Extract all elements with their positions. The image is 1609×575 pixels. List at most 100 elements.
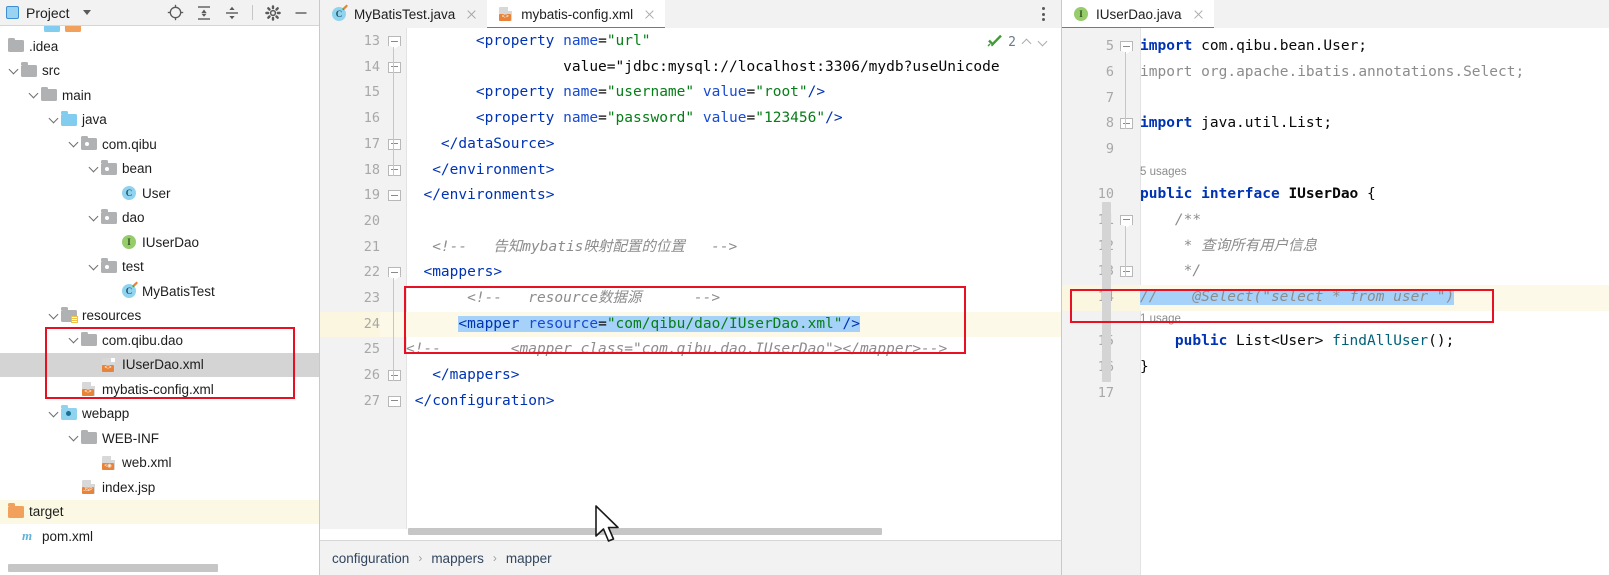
project-horizontal-scrollbar[interactable] (8, 564, 218, 572)
right-code-area[interactable]: 567891011121314151617 import com.qibu.be… (1062, 28, 1609, 575)
code-line[interactable]: <!-- 告知mybatis映射配置的位置 --> (406, 235, 737, 261)
right-code-text[interactable]: import com.qibu.bean.User; import org.apa… (1140, 28, 1609, 575)
tree-expander-down-icon[interactable] (8, 65, 19, 76)
code-line[interactable]: // @Select("select * from user ") (1140, 285, 1455, 311)
tree-expander-none-icon[interactable] (68, 384, 79, 395)
tree-row[interactable]: C User (0, 181, 319, 206)
center-code-text[interactable]: <property name="url" value="jdbc:mysql:/… (406, 28, 1062, 529)
breadcrumb-item[interactable]: mappers (431, 551, 484, 566)
close-icon[interactable] (1192, 8, 1205, 21)
breadcrumb-item[interactable]: configuration (332, 551, 409, 566)
center-horizontal-scrollbar[interactable] (408, 528, 1048, 535)
code-fold-marker[interactable] (388, 395, 401, 407)
code-line[interactable]: </environments> (406, 183, 554, 209)
code-line[interactable]: * 查询所有用户信息 (1140, 234, 1317, 260)
code-line[interactable]: } (1140, 355, 1149, 381)
tree-expander-down-icon[interactable] (88, 163, 99, 174)
expand-all-icon[interactable] (196, 5, 212, 21)
center-fold-column[interactable] (380, 28, 407, 529)
editor-tab[interactable]: <> mybatis-config.xml (487, 0, 666, 29)
center-line-gutter[interactable]: 13 14 15 16 17 18 19 20 21 22 23 24 25 26 27 (320, 28, 380, 529)
project-tree[interactable]: .idea src main java com.qibu bean C User dao I IUs… (0, 26, 319, 575)
tree-row[interactable]: <> IUserDao.xml (0, 352, 319, 377)
tree-expander-down-icon[interactable] (48, 408, 59, 419)
tree-row[interactable]: target (0, 499, 319, 524)
tree-row[interactable]: <◉ web.xml (0, 451, 319, 476)
code-fold-marker[interactable] (388, 190, 401, 202)
tree-expander-down-icon[interactable] (68, 139, 79, 150)
code-fold-marker[interactable] (1120, 41, 1133, 52)
code-fold-marker[interactable] (1120, 214, 1133, 226)
tree-expander-down-icon[interactable] (28, 90, 39, 101)
tree-row[interactable]: test (0, 255, 319, 280)
chevron-up-icon[interactable] (1021, 37, 1032, 48)
breadcrumb-item[interactable]: mapper (506, 551, 552, 566)
code-line[interactable]: </environment> (406, 158, 554, 184)
code-line[interactable]: </mappers> (406, 363, 519, 389)
tree-expander-down-icon[interactable] (68, 335, 79, 346)
tree-row[interactable]: main (0, 83, 319, 108)
tree-expander-down-icon[interactable] (88, 212, 99, 223)
code-line[interactable]: </configuration> (406, 389, 555, 415)
tree-row[interactable]: I IUserDao (0, 230, 319, 255)
editor-tab[interactable]: I IUserDao.java (1062, 0, 1214, 29)
tree-expander-none-icon[interactable] (88, 359, 99, 370)
code-line[interactable]: */ (1140, 259, 1201, 285)
tree-expander-down-icon[interactable] (48, 114, 59, 125)
code-line[interactable]: public interface IUserDao { (1140, 182, 1376, 208)
tree-expander-none-icon[interactable] (88, 457, 99, 468)
usages-hint[interactable]: 1 usage (1140, 313, 1181, 325)
tree-row[interactable]: com.qibu.dao (0, 328, 319, 353)
tree-expander-none-icon[interactable] (108, 237, 119, 248)
chevron-down-icon[interactable] (1037, 37, 1048, 48)
code-line[interactable]: <!-- <mapper class="com.qibu.dao.IUserDa… (406, 337, 947, 363)
code-line[interactable]: <property name="url" (406, 29, 651, 55)
code-fold-marker[interactable] (388, 36, 401, 47)
tree-row[interactable]: dao (0, 206, 319, 231)
editor-tab[interactable]: C MyBatisTest.java (320, 0, 488, 28)
code-line[interactable]: <mappers> (406, 260, 502, 286)
tree-row[interactable]: src (0, 59, 319, 84)
close-icon[interactable] (465, 8, 478, 21)
code-line[interactable]: </dataSource> (406, 132, 555, 158)
tree-row-clipped[interactable] (0, 26, 319, 34)
minimize-icon[interactable] (293, 5, 309, 21)
locate-icon[interactable] (167, 4, 184, 21)
code-line[interactable]: import com.qibu.bean.User; (1140, 34, 1367, 60)
chevron-down-icon[interactable] (82, 10, 91, 15)
breadcrumb[interactable]: configuration › mappers › mapper (320, 540, 1062, 575)
tree-row[interactable]: JSP index.jsp (0, 475, 319, 500)
tree-row[interactable]: com.qibu (0, 132, 319, 157)
gear-icon[interactable] (265, 4, 281, 21)
tree-row[interactable]: m pom.xml (0, 524, 319, 549)
tree-expander-none-icon[interactable] (108, 188, 119, 199)
usages-hint[interactable]: 5 usages (1140, 166, 1187, 178)
tree-expander-none-icon[interactable] (8, 531, 19, 542)
code-fold-marker[interactable] (388, 267, 401, 278)
tree-expander-none-icon[interactable] (68, 482, 79, 493)
tree-row[interactable]: java (0, 108, 319, 133)
tree-expander-down-icon[interactable] (88, 261, 99, 272)
tree-row[interactable]: C MyBatisTest (0, 279, 319, 304)
code-line[interactable]: /** (1140, 208, 1201, 234)
inspection-widget[interactable]: 2 (987, 34, 1048, 51)
right-fold-column[interactable] (1102, 28, 1141, 575)
tree-row[interactable]: WEB-INF (0, 426, 319, 451)
code-line[interactable]: public List<User> findAllUser(); (1140, 329, 1454, 355)
tree-row[interactable]: bean (0, 157, 319, 182)
code-line[interactable]: value="jdbc:mysql://localhost:3306/mydb?… (406, 55, 1000, 81)
project-panel-title-group[interactable]: Project (6, 5, 91, 21)
tree-row[interactable]: webapp (0, 402, 319, 427)
right-vertical-scroll-indicator[interactable] (1102, 201, 1111, 382)
tree-expander-down-icon[interactable] (48, 310, 59, 321)
tree-row[interactable]: <> mybatis-config.xml (0, 377, 319, 402)
tree-expander-none-icon[interactable] (108, 286, 119, 297)
code-line[interactable]: <property name="password" value="123456"… (406, 106, 843, 132)
tree-row[interactable]: resources (0, 304, 319, 329)
code-line[interactable]: <mapper resource="com/qibu/dao/IUserDao.… (406, 312, 860, 338)
code-line[interactable]: <property name="username" value="root"/> (406, 80, 825, 106)
collapse-all-icon[interactable] (224, 5, 240, 21)
close-icon[interactable] (643, 8, 656, 21)
tree-row[interactable]: .idea (0, 34, 319, 59)
code-line[interactable]: import java.util.List; (1140, 111, 1332, 137)
